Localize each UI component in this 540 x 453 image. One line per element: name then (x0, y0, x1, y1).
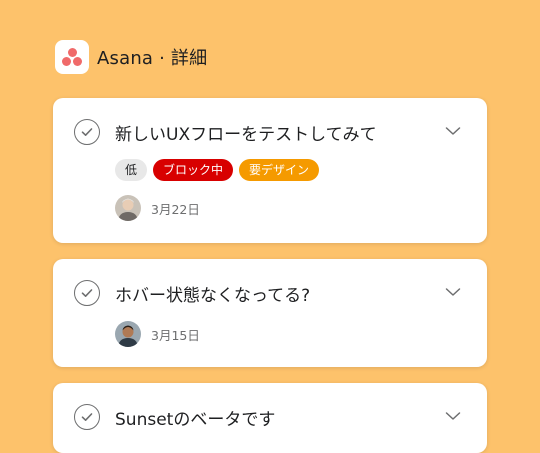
task-meta: 3月15日 (115, 321, 200, 347)
tag-list: 低 ブロック中 要デザイン (115, 159, 320, 181)
task-title[interactable]: 新しいUXフローをテストしてみて (115, 120, 377, 145)
checkmark-icon (81, 128, 93, 136)
task-card[interactable]: ホバー状態なくなってる? 3月15日 (53, 259, 487, 367)
page-title: Asana · 詳細 (97, 48, 208, 69)
checkmark-icon (81, 413, 93, 421)
due-date: 3月15日 (151, 327, 200, 343)
chevron-down-icon[interactable] (444, 122, 462, 140)
avatar[interactable] (115, 321, 141, 347)
tag-blocked[interactable]: ブロック中 (153, 159, 234, 181)
chevron-down-icon[interactable] (444, 283, 462, 301)
chevron-down-icon[interactable] (444, 407, 462, 425)
tag-needs-design[interactable]: 要デザイン (239, 159, 320, 181)
task-card[interactable]: Sunsetのベータです (53, 383, 487, 453)
avatar[interactable] (115, 195, 141, 221)
asana-logo-icon (55, 40, 89, 74)
task-title[interactable]: ホバー状態なくなってる? (115, 281, 310, 306)
task-card[interactable]: 新しいUXフローをテストしてみて 低 ブロック中 要デザイン 3月22日 (53, 98, 487, 243)
complete-checkbox[interactable] (74, 119, 100, 145)
app-header: Asana · 詳細 (55, 40, 207, 74)
tag-low[interactable]: 低 (115, 159, 148, 181)
complete-checkbox[interactable] (74, 280, 100, 306)
task-title[interactable]: Sunsetのベータです (115, 405, 275, 430)
due-date: 3月22日 (151, 201, 200, 217)
complete-checkbox[interactable] (74, 404, 100, 430)
checkmark-icon (81, 289, 93, 297)
task-meta: 3月22日 (115, 195, 200, 221)
